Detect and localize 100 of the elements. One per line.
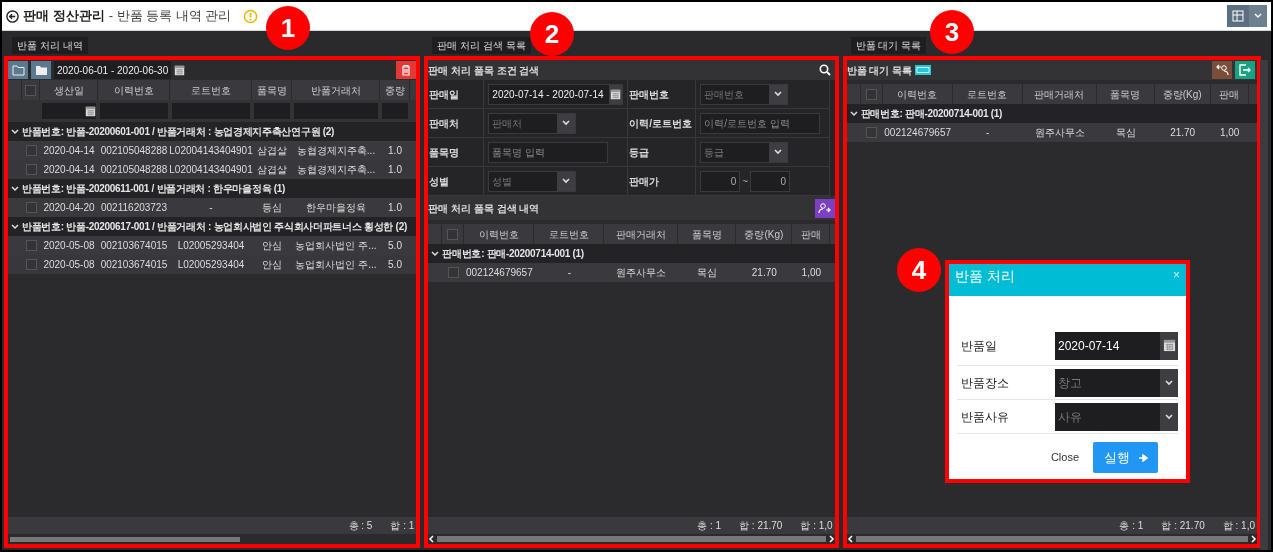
table-cell-text: 002124679657 [465, 266, 533, 280]
table-cell-text: 안심 [262, 258, 282, 272]
table-cell-text: 21.70 [751, 266, 777, 280]
group-label: 반품번호: 반품-20200601-001 / 반품거래처 : 농업경제지주축산연구원 (2) [22, 125, 335, 139]
table-cell-text: 농협경제지주축... [296, 163, 376, 177]
table-cell-text: 2020-04-14 [43, 163, 95, 177]
table-cell-text: 목심 [697, 266, 718, 280]
table-cell-text: 21.70 [1170, 126, 1196, 140]
footer-total: 합 : 1,0 [800, 519, 833, 533]
table-cell-text: 002124679657 [884, 126, 952, 140]
table-cell-text: 원주사무소 [616, 266, 667, 280]
select-field[interactable]: 성별 [488, 170, 577, 192]
field-label: 이력/로트번호 [628, 109, 697, 138]
table-cell-text: - [567, 266, 571, 280]
footer-total: 합 : 1,0 [1222, 519, 1255, 533]
input-field[interactable]: 0 [700, 170, 741, 192]
column-header[interactable]: 판매거래처 [1034, 86, 1085, 102]
field-label: 반품장소 [960, 374, 1009, 392]
table-cell-text: 한우마을정육 [306, 201, 366, 215]
field-label: 판매일 [428, 80, 485, 109]
column-header[interactable]: 이력번호 [478, 226, 519, 242]
table-cell-text: 농업회사법인 주... [295, 239, 377, 253]
column-header[interactable]: 반품거래처 [310, 82, 361, 98]
input-field[interactable]: 0 [750, 170, 791, 192]
column-header[interactable]: 품목명 [256, 82, 287, 98]
field-label: 반품사유 [960, 408, 1009, 426]
section-title: 판매 처리 품목 조건 검색 [428, 63, 540, 78]
panel-tab[interactable]: 반품 처리 내역 [12, 37, 88, 54]
column-header[interactable]: 로트번호 [967, 86, 1008, 102]
column-header[interactable]: 이력번호 [113, 82, 154, 98]
select-field[interactable]: 등급 [700, 141, 789, 163]
group-label: 판매번호: 판매-20200714-001 (1) [860, 107, 1003, 121]
field-label: 판매처 [428, 109, 485, 138]
column-header[interactable]: 판매 [1219, 86, 1240, 102]
section-title: 판매 처리 품목 검색 내역 [428, 201, 540, 216]
table-cell-text: L02005293404 [177, 239, 245, 253]
table-cell-text: 002103674015 [100, 239, 168, 253]
close-button[interactable]: Close [1050, 449, 1079, 466]
date-range-field[interactable]: 2020-06-01 - 2020-06-30 [54, 61, 172, 79]
section-title: 반품 대기 목록 [846, 63, 913, 78]
field-label: 품목명 [428, 138, 485, 167]
dialog-title: 반품 처리 [955, 267, 1015, 286]
select-field[interactable]: 창고 [1055, 368, 1178, 397]
select-field[interactable]: 사유 [1055, 402, 1178, 431]
table-cell-text: 원주사무소 [1034, 126, 1085, 140]
table-cell-text: 1.0 [388, 144, 402, 158]
range-separator: ~ [741, 174, 750, 189]
group-label: 판매번호: 판매-20200714-001 (1) [442, 247, 584, 261]
column-header[interactable]: 이력번호 [897, 86, 938, 102]
table-cell-text: - [986, 126, 990, 140]
footer-total: 합 : 21.70 [1161, 519, 1205, 533]
table-cell-text: 1.0 [388, 163, 402, 177]
table-cell-text: - [209, 201, 213, 215]
column-header[interactable]: 중량(Kg) [1162, 86, 1202, 102]
table-cell-text: 1.0 [388, 201, 402, 215]
footer-total: 합 : 21.70 [739, 519, 783, 533]
table-cell-text: 002105048288 [100, 163, 168, 177]
table-cell-text: 삼겹살 [257, 144, 287, 158]
panel-tab[interactable]: 반품 대기 목록 [850, 37, 927, 54]
table-cell-text: 1,00 [801, 266, 822, 280]
table-cell-text: 1,00 [1219, 126, 1240, 140]
select-field[interactable]: 판매번호 [700, 83, 789, 105]
table-cell-text: 2020-04-14 [43, 144, 95, 158]
table-cell-text: 삼겹살 [257, 163, 287, 177]
footer-total: 총 : 5 [348, 519, 373, 533]
table-cell-text: 2020-04-20 [43, 201, 95, 215]
column-header[interactable]: 판매 [800, 226, 821, 242]
column-header[interactable]: 품목명 [1110, 86, 1141, 102]
field-label: 판매번호 [628, 80, 697, 109]
column-header[interactable]: 중량(Kg) [744, 226, 784, 242]
group-label: 반품번호: 반품-20200611-001 / 반품거래처 : 한우마을정육 (1) [22, 182, 286, 196]
input-field[interactable]: 품목명 입력 [488, 141, 609, 163]
column-header[interactable]: 품목명 [691, 226, 722, 242]
table-cell-text: 안심 [262, 239, 282, 253]
column-header[interactable]: 판매거래처 [615, 226, 666, 242]
table-cell-text: L02005293404 [177, 258, 245, 272]
panel-tab[interactable]: 판매 처리 검색 목록 [432, 37, 531, 54]
table-cell-text: 등심 [262, 201, 282, 215]
column-header[interactable]: 중량 [384, 82, 405, 98]
table-cell-text: 목심 [1115, 126, 1136, 140]
table-cell-text: L02004143404901 [169, 144, 253, 158]
date-field[interactable]: 2020-07-14 [1055, 331, 1178, 360]
column-header[interactable]: 생산일 [53, 82, 84, 98]
date-field[interactable]: 2020-07-14 - 2020-07-14 [488, 83, 624, 105]
footer-total: 총 : 1 [697, 519, 722, 533]
page-title: 판매 정산관리 [23, 7, 105, 26]
column-header[interactable]: 로트번호 [190, 82, 231, 98]
page-subtitle: - 반품 등록 내역 관리 [108, 7, 232, 26]
footer-total: 합 : 1 [390, 519, 415, 533]
table-cell-text: 5.0 [388, 258, 402, 272]
table-cell-text: 농협경제지주축... [296, 144, 376, 158]
table-cell-text: 2020-05-08 [43, 258, 95, 272]
table-cell-text: 002105048288 [100, 144, 168, 158]
table-cell-text: 2020-05-08 [43, 239, 95, 253]
footer-total: 총 : 1 [1119, 519, 1144, 533]
table-cell-text: 농업회사법인 주... [295, 258, 377, 272]
input-field[interactable]: 이력/로트번호 입력 [700, 112, 821, 134]
select-field[interactable]: 판매처 [488, 112, 577, 134]
column-header[interactable]: 로트번호 [548, 226, 589, 242]
table-cell-text: L02004143404901 [169, 163, 253, 177]
